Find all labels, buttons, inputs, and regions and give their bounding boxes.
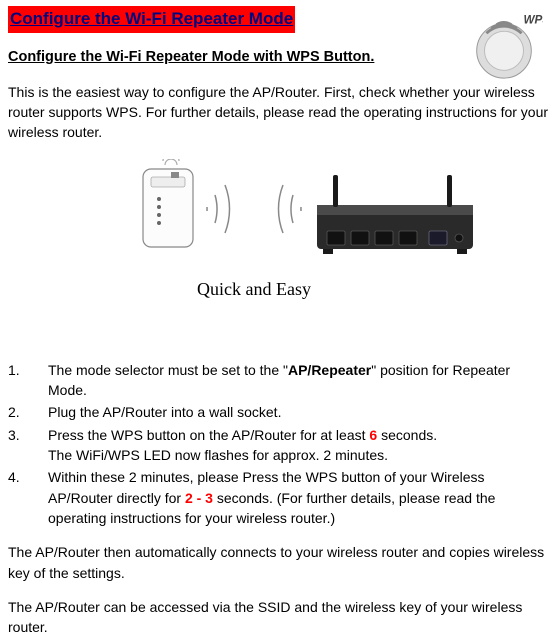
wps-round-icon: WPS: [465, 4, 543, 82]
step-text: Within these 2 minutes, please Press the…: [48, 467, 549, 528]
step-number: 4.: [8, 467, 48, 528]
step-number: 1.: [8, 360, 48, 401]
illustration-caption: Quick and Easy: [197, 279, 311, 299]
illustration-diagram: Quick and Easy: [8, 159, 549, 334]
step-3: 3. Press the WPS button on the AP/Router…: [8, 425, 549, 466]
step-text: Press the WPS button on the AP/Router fo…: [48, 425, 437, 466]
steps-list: 1. The mode selector must be set to the …: [8, 360, 549, 528]
step-text: The mode selector must be set to the "AP…: [48, 360, 549, 401]
ap-repeater-bold: AP/Repeater: [288, 362, 371, 378]
svg-text:WPS: WPS: [524, 14, 544, 27]
step-1: 1. The mode selector must be set to the …: [8, 360, 549, 401]
outro-paragraph-2: The AP/Router can be accessed via the SS…: [8, 597, 549, 638]
step-text: Plug the AP/Router into a wall socket.: [48, 402, 281, 422]
step-number: 2.: [8, 402, 48, 422]
page-title: Configure the Wi-Fi Repeater Mode: [8, 6, 295, 33]
step-2: 2. Plug the AP/Router into a wall socket…: [8, 402, 549, 422]
intro-paragraph: This is the easiest way to configure the…: [8, 82, 549, 143]
step-4: 4. Within these 2 minutes, please Press …: [8, 467, 549, 528]
step-number: 3.: [8, 425, 48, 466]
header-row: Configure the Wi-Fi Repeater Mode WPS: [8, 6, 549, 33]
red-number-2-3: 2 - 3: [185, 490, 213, 506]
outro-paragraph-1: The AP/Router then automatically connect…: [8, 542, 549, 583]
